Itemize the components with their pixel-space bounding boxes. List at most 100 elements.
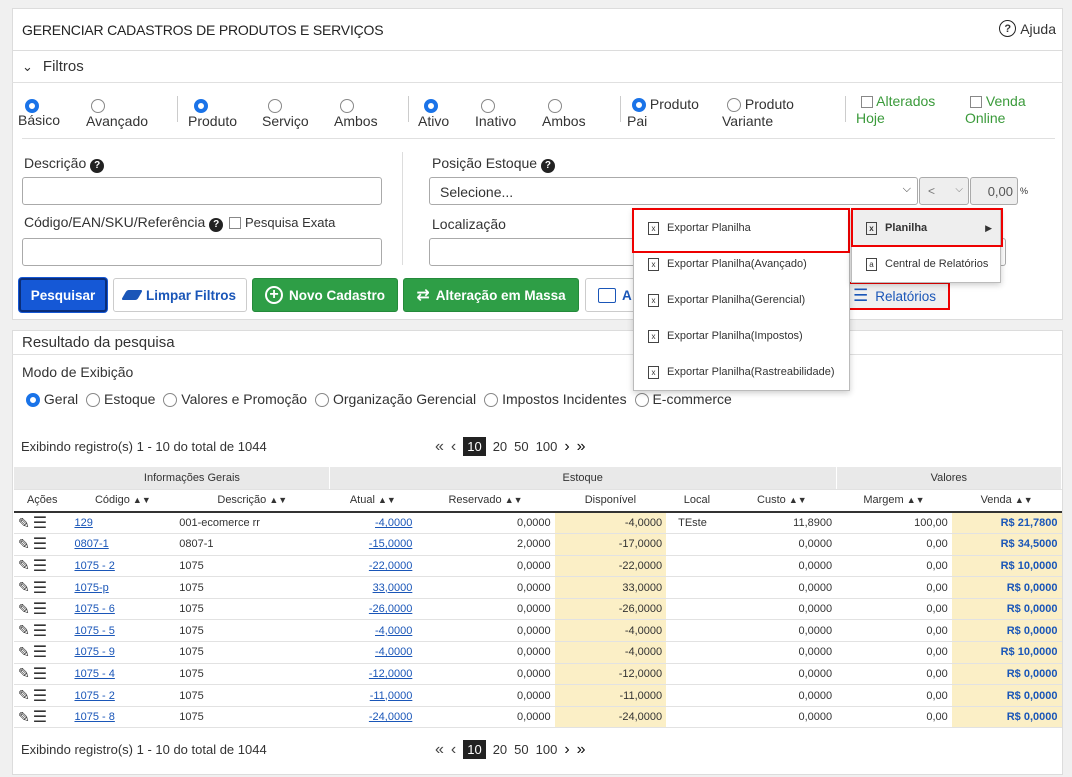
menu-item-export-taxes[interactable]: x Exportar Planilha(Impostos) [634, 318, 849, 354]
cell-current[interactable]: -4,0000 [329, 641, 417, 664]
code-input[interactable] [22, 238, 382, 266]
current-stock-link[interactable]: -12,0000 [369, 668, 412, 680]
hamburger-icon[interactable]: ☰ [33, 578, 47, 598]
view-mode-estoque[interactable]: Estoque [86, 391, 155, 408]
clear-filters-button[interactable]: Limpar Filtros [113, 278, 247, 312]
radio-both-kind[interactable]: Ambos [334, 97, 378, 129]
cell-current[interactable]: -4,0000 [329, 512, 417, 535]
page-size-20[interactable]: 20 [493, 742, 507, 757]
current-stock-link[interactable]: 33,0000 [373, 582, 413, 594]
cell-current[interactable]: -26,0000 [329, 598, 417, 621]
view-mode-valores[interactable]: Valores e Promoção [163, 391, 307, 408]
hamburger-icon[interactable]: ☰ [33, 621, 47, 641]
cell-current[interactable]: -12,0000 [329, 663, 417, 686]
cell-current[interactable]: 33,0000 [329, 576, 417, 599]
page-size-10[interactable]: 10 [463, 740, 486, 759]
cell-current[interactable]: -4,0000 [329, 619, 417, 643]
pencil-icon[interactable]: ✎ [18, 515, 30, 532]
page-size-100[interactable]: 100 [536, 439, 558, 454]
stock-position-select[interactable]: Selecione... ⌵ [429, 177, 918, 205]
radio-advanced[interactable]: Avançado [86, 97, 148, 129]
view-mode-impostos[interactable]: Impostos Incidentes [484, 391, 627, 408]
radio-product[interactable]: Produto [188, 97, 237, 129]
help-link[interactable]: ? Ajuda [999, 20, 1056, 37]
hamburger-icon[interactable]: ☰ [33, 707, 47, 727]
col-venda[interactable]: Venda ▲▼ [951, 489, 1062, 513]
page-size-100[interactable]: 100 [536, 742, 558, 757]
hamburger-icon[interactable]: ☰ [33, 513, 47, 533]
page-size-20[interactable]: 20 [493, 439, 507, 454]
pencil-icon[interactable]: ✎ [18, 579, 30, 596]
search-button[interactable]: Pesquisar [19, 278, 107, 312]
code-link[interactable]: 129 [74, 517, 92, 529]
radio-inactive[interactable]: Inativo [475, 97, 516, 129]
cell-code[interactable]: 0807-1 [70, 533, 176, 556]
last-page-icon[interactable]: » [577, 438, 586, 456]
page-size-50[interactable]: 50 [514, 439, 528, 454]
radio-basic[interactable]: Básico [18, 97, 60, 129]
cell-current[interactable]: -11,0000 [329, 684, 417, 707]
cell-code[interactable]: 1075 - 4 [70, 663, 176, 686]
partial-button[interactable]: A [585, 278, 637, 312]
view-mode-geral[interactable]: Geral [26, 391, 78, 408]
first-page-icon[interactable]: « [435, 438, 444, 456]
radio-product-variant[interactable]: Produto Variante [722, 96, 794, 130]
current-stock-link[interactable]: -4,0000 [375, 646, 412, 658]
cell-code[interactable]: 129 [70, 512, 176, 535]
menu-item-reports-center[interactable]: a Central de Relatórios [852, 246, 1000, 282]
col-descricao[interactable]: Descrição ▲▼ [175, 489, 330, 513]
col-atual[interactable]: Atual ▲▼ [329, 489, 417, 513]
question-icon[interactable]: ? [209, 218, 224, 232]
hamburger-icon[interactable]: ☰ [33, 642, 47, 662]
stock-value-input[interactable]: 0,00 [970, 177, 1018, 205]
cell-current[interactable]: -22,0000 [329, 555, 417, 578]
radio-both-status[interactable]: Ambos [542, 97, 586, 129]
hamburger-icon[interactable]: ☰ [33, 664, 47, 684]
current-stock-link[interactable]: -4,0000 [375, 517, 412, 529]
page-size-10[interactable]: 10 [463, 437, 486, 456]
cell-code[interactable]: 1075 - 8 [70, 706, 176, 729]
exact-search-checkbox[interactable] [229, 217, 242, 230]
radio-product-pai[interactable]: Produto Pai [627, 96, 699, 130]
hamburger-icon[interactable]: ☰ [33, 556, 47, 576]
pencil-icon[interactable]: ✎ [18, 557, 30, 574]
question-icon[interactable]: ? [540, 159, 555, 173]
question-icon[interactable]: ? [90, 159, 105, 173]
code-link[interactable]: 1075 - 5 [74, 625, 114, 637]
current-stock-link[interactable]: -4,0000 [375, 625, 412, 637]
cell-current[interactable]: -24,0000 [329, 706, 417, 729]
cell-code[interactable]: 1075 - 2 [70, 684, 176, 707]
radio-service[interactable]: Serviço [262, 97, 309, 129]
code-link[interactable]: 1075-p [74, 582, 108, 594]
hamburger-icon[interactable]: ☰ [33, 686, 47, 706]
cell-code[interactable]: 1075 - 5 [70, 619, 176, 643]
new-record-button[interactable]: + Novo Cadastro [252, 278, 398, 312]
description-input[interactable] [22, 177, 382, 205]
filters-toggle[interactable]: ⌄ Filtros [22, 58, 84, 75]
checkbox-online-sale[interactable]: Venda Online [965, 93, 1026, 127]
current-stock-link[interactable]: -11,0000 [370, 690, 413, 702]
col-custo[interactable]: Custo ▲▼ [727, 489, 837, 513]
operator-select[interactable]: < ⌵ [919, 177, 969, 205]
cell-current[interactable]: -15,0000 [329, 533, 417, 556]
next-page-icon[interactable]: › [564, 741, 569, 759]
pencil-icon[interactable]: ✎ [18, 601, 30, 618]
hamburger-icon[interactable]: ☰ [33, 599, 47, 619]
next-page-icon[interactable]: › [564, 438, 569, 456]
view-mode-ecommerce[interactable]: E-commerce [634, 391, 732, 408]
bulk-edit-button[interactable]: ⇄ Alteração em Massa [403, 278, 579, 312]
code-link[interactable]: 1075 - 4 [74, 668, 114, 680]
first-page-icon[interactable]: « [435, 741, 444, 759]
code-link[interactable]: 1075 - 9 [74, 646, 114, 658]
radio-active[interactable]: Ativo [418, 97, 449, 129]
col-reservado[interactable]: Reservado ▲▼ [416, 489, 555, 513]
code-link[interactable]: 0807-1 [74, 538, 108, 550]
cell-code[interactable]: 1075 - 6 [70, 598, 176, 621]
cell-code[interactable]: 1075 - 9 [70, 641, 176, 664]
pencil-icon[interactable]: ✎ [18, 622, 30, 639]
code-link[interactable]: 1075 - 6 [74, 603, 114, 615]
current-stock-link[interactable]: -15,0000 [369, 538, 412, 550]
current-stock-link[interactable]: -26,0000 [369, 603, 412, 615]
current-stock-link[interactable]: -22,0000 [369, 560, 412, 572]
page-size-50[interactable]: 50 [514, 742, 528, 757]
